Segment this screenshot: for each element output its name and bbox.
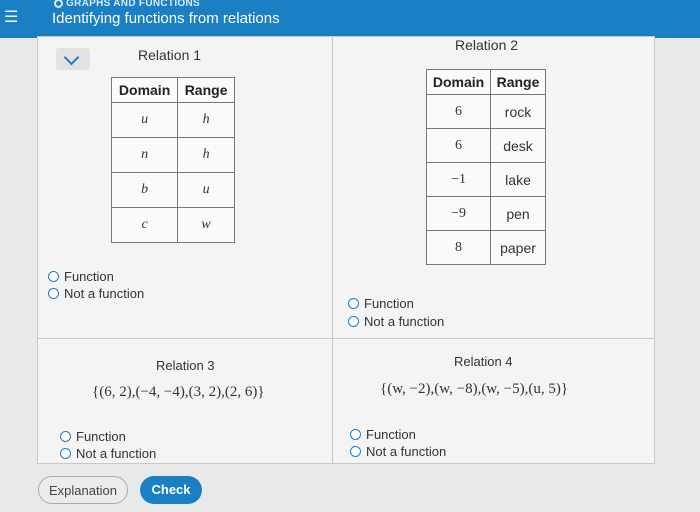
relation3-option-function[interactable]: Function [60,429,126,444]
option-label: Not a function [364,314,445,329]
option-label: Not a function [76,446,157,461]
relation2-cell: rock [490,94,546,129]
radio-icon[interactable] [60,431,71,442]
option-label: Not a function [64,286,145,301]
option-label: Function [64,269,114,284]
relation2-cell: pen [490,196,546,231]
relation4-option-not-function[interactable]: Not a function [350,444,446,459]
relation1-cell: w [177,207,235,243]
option-label: Function [364,296,414,311]
relation2-table: Domain Range 6 rock 6 desk −1 lake −9 pen 8p… [425,69,546,265]
relation3-option-not-function[interactable]: Not a function [60,446,156,461]
radio-icon[interactable] [350,446,361,457]
option-label: Not a function [366,444,447,459]
relation2-header-range: Range [490,69,546,95]
relation1-cell: h [177,102,235,138]
radio-icon[interactable] [48,271,59,282]
relation2-cell: −1 [425,162,492,197]
menu-icon[interactable]: ☰ [4,10,20,26]
relation1-option-function[interactable]: Function [48,269,114,284]
chevron-down-icon [63,49,80,66]
radio-icon[interactable] [48,288,59,299]
relation4-option-function[interactable]: Function [350,427,416,442]
relation2-option-not-function[interactable]: Not a function [348,314,444,329]
relation2-title: Relation 2 [455,37,519,53]
relation3-title: Relation 3 [156,358,215,373]
relation2-option-function[interactable]: Function [348,296,414,311]
relation2-cell: paper [490,230,546,265]
relation3-set: {(6, 2),(−4, −4),(3, 2),(2, 6)} [92,384,265,400]
option-label: Function [366,427,416,442]
relation1-cell: b [110,172,179,208]
relation1-option-not-function[interactable]: Not a function [48,286,144,301]
relation2-header-domain: Domain [425,69,492,95]
relation1-header-range: Range [177,77,235,103]
radio-icon[interactable] [348,316,359,327]
relation2-cell: lake [490,162,546,197]
relation1-header-domain: Domain [110,77,179,103]
relation1-cell: u [177,172,235,208]
relation2-cell: 6 [425,94,492,129]
topic-text: GRAPHS AND FUNCTIONS [66,0,200,9]
check-button[interactable]: Check [140,476,202,504]
vertical-divider [332,36,333,464]
explanation-button[interactable]: Explanation [38,476,128,504]
page-title: Identifying functions from relations [52,10,280,27]
relation2-cell: −9 [425,196,492,231]
relation1-title: Relation 1 [138,47,202,63]
relation1-table: Domain Range uh nh bu cw [110,77,235,243]
relation2-cell: 6 [425,128,492,163]
collapse-button[interactable] [56,48,90,70]
radio-icon[interactable] [348,298,359,309]
relation4-title: Relation 4 [454,354,513,369]
option-label: Function [76,429,126,444]
relation1-cell: h [177,137,235,173]
radio-icon[interactable] [350,429,361,440]
relation1-cell: c [110,207,179,243]
topic-label: GRAPHS AND FUNCTIONS [54,0,200,9]
relation4-set: {(w, −2),(w, −8),(w, −5),(u, 5)} [380,381,569,397]
relation2-cell: desk [490,128,546,163]
topic-circle-icon [54,0,63,8]
horizontal-divider [37,338,655,339]
header-bar: ☰ GRAPHS AND FUNCTIONS Identifying funct… [0,0,700,38]
relation1-cell: n [110,137,179,173]
radio-icon[interactable] [60,448,71,459]
relation1-cell: u [110,102,179,138]
relation2-cell: 8 [425,230,492,265]
